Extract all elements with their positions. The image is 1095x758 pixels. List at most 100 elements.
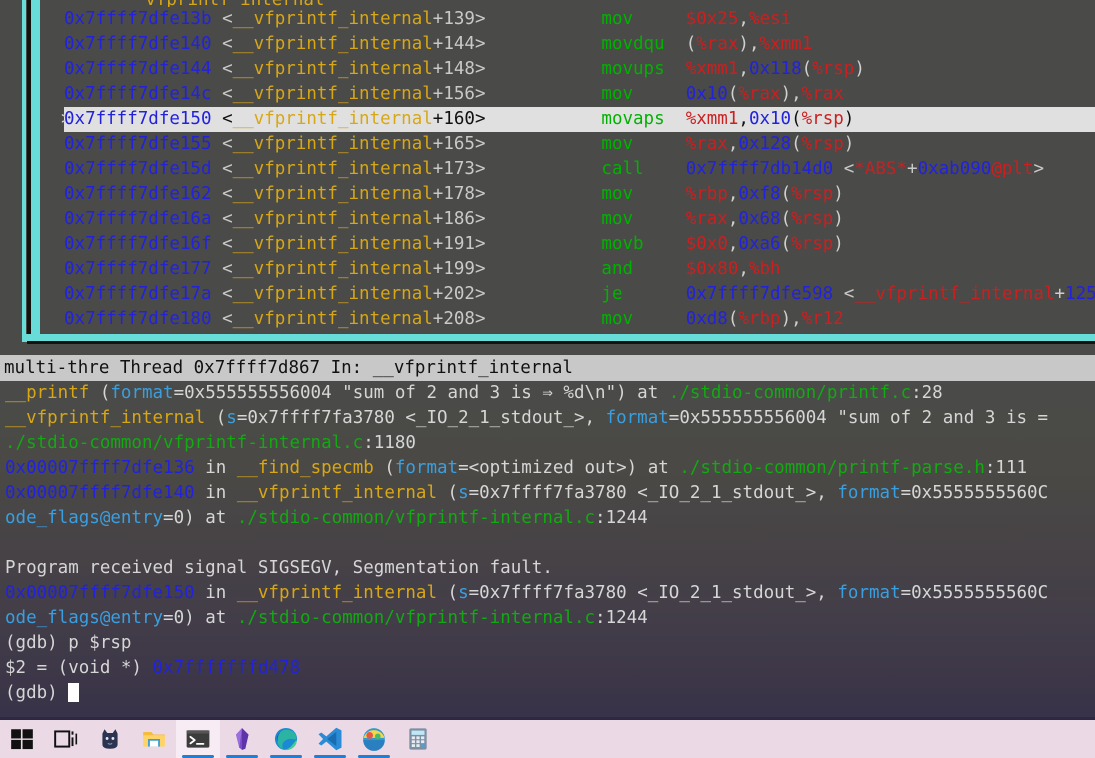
purple-gem-icon xyxy=(229,726,255,752)
asm-address: 0x7ffff7dfe180 xyxy=(64,309,212,329)
asm-address: 0x7ffff7dfe16a xyxy=(64,209,212,229)
gdb-output-line: $2 = (void *) 0x7fffffffd478 xyxy=(5,658,301,678)
taskbar-item-purple-gem[interactable] xyxy=(220,720,264,758)
asm-symbol-open: < xyxy=(222,259,233,279)
asm-row[interactable]: 0x7ffff7dfe16a <__vfprintf_internal+186>… xyxy=(40,207,1095,232)
asm-mnemonic: mov xyxy=(601,134,634,154)
asm-row-current[interactable]: > 0x7ffff7dfe150 <__vfprintf_internal+16… xyxy=(40,107,1095,132)
asm-address: 0x7ffff7dfe144 xyxy=(64,59,212,79)
asm-symbol-open: < xyxy=(222,234,233,254)
asm-address: 0x7ffff7dfe140 xyxy=(64,34,212,54)
asm-symbol-offset: +191 xyxy=(432,234,475,254)
asm-symbol-open: < xyxy=(222,209,233,229)
asm-row[interactable]: 0x7ffff7dfe17a <__vfprintf_internal+202>… xyxy=(40,282,1095,307)
asm-symbol-name: __vfprintf_internal xyxy=(232,84,433,104)
current-instruction-marker xyxy=(40,207,64,232)
asm-symbol-name: __vfprintf_internal xyxy=(232,259,433,279)
asm-symbol-close: > xyxy=(474,59,486,79)
windows-taskbar[interactable] xyxy=(0,717,1095,758)
asm-row[interactable]: 0x7ffff7dfe13b <__vfprintf_internal+139>… xyxy=(40,7,1095,32)
asm-address: 0x7ffff7dfe13b xyxy=(64,9,212,29)
asm-row[interactable]: 0x7ffff7dfe180 <__vfprintf_internal+208>… xyxy=(40,307,1095,332)
asm-window-border-left-inner xyxy=(31,0,40,334)
asm-operands: %rbp,0xf8(%rsp) xyxy=(685,184,844,204)
asm-address: 0x7ffff7dfe16f xyxy=(64,234,212,254)
asm-symbol-close: > xyxy=(474,34,486,54)
asm-row-partial: __vfprintf_internal xyxy=(40,0,1095,7)
asm-mnemonic: movdqu xyxy=(601,34,665,54)
gdb-command-window[interactable]: __printf (format=0x555555556004 "sum of … xyxy=(0,381,1095,711)
gdb-output-line: __printf (format=0x555555556004 "sum of … xyxy=(5,383,943,403)
asm-symbol-name: __vfprintf_internal xyxy=(232,134,433,154)
asm-partial-symbol: __vfprintf_internal xyxy=(40,0,324,7)
taskbar-item-file-explorer[interactable] xyxy=(132,720,176,758)
colorful-bowl-icon xyxy=(361,726,387,752)
asm-operands: 0x7ffff7dfe598 <__vfprintf_internal+125 xyxy=(685,284,1095,304)
current-instruction-marker xyxy=(40,82,64,107)
current-instruction-marker xyxy=(40,157,64,182)
asm-row[interactable]: 0x7ffff7dfe155 <__vfprintf_internal+165>… xyxy=(40,132,1095,157)
asm-window-border-shadow-bottom xyxy=(27,341,1095,344)
asm-mnemonic: mov xyxy=(601,84,634,104)
asm-symbol-name: __vfprintf_internal xyxy=(232,234,433,254)
task-view-icon xyxy=(53,726,79,752)
taskbar-item-windows-start[interactable] xyxy=(0,720,44,758)
gdb-output-line: 0x00007ffff7dfe136 in __find_specmb (for… xyxy=(5,458,1028,478)
asm-address: 0x7ffff7dfe162 xyxy=(64,184,212,204)
gdb-output-line: ode_flags@entry=0) at ./stdio-common/vfp… xyxy=(5,508,648,528)
taskbar-item-task-view[interactable] xyxy=(44,720,88,758)
taskbar-item-edge-browser[interactable] xyxy=(264,720,308,758)
asm-symbol-offset: +165 xyxy=(432,134,475,154)
asm-operands: 0x7ffff7db14d0 <*ABS*+0xab090@plt> xyxy=(685,159,1045,179)
taskbar-item-colorful-bowl[interactable] xyxy=(352,720,396,758)
taskbar-item-terminal[interactable] xyxy=(176,720,220,758)
asm-symbol-open: < xyxy=(222,134,233,154)
taskbar-item-vscode[interactable] xyxy=(308,720,352,758)
asm-row[interactable]: 0x7ffff7dfe140 <__vfprintf_internal+144>… xyxy=(40,32,1095,57)
asm-symbol-name: __vfprintf_internal xyxy=(232,284,433,304)
gdb-assembly-window[interactable]: __vfprintf_internal 0x7ffff7dfe13b <__vf… xyxy=(0,0,1095,345)
asm-operands: %rax,0x128(%rsp) xyxy=(685,134,855,154)
asm-symbol-close: > xyxy=(474,184,486,204)
taskbar-item-calculator[interactable] xyxy=(396,720,440,758)
asm-mnemonic: je xyxy=(601,284,623,304)
asm-symbol-offset: +186 xyxy=(432,209,475,229)
gdb-prompt-line[interactable]: (gdb) xyxy=(5,681,1095,706)
asm-row[interactable]: 0x7ffff7dfe15d <__vfprintf_internal+173>… xyxy=(40,157,1095,182)
current-instruction-marker xyxy=(40,282,64,307)
current-instruction-marker xyxy=(40,307,64,332)
asm-symbol-open: < xyxy=(222,34,233,54)
asm-symbol-offset: +160 xyxy=(432,109,475,129)
edge-browser-icon xyxy=(273,726,299,752)
asm-row[interactable]: 0x7ffff7dfe144 <__vfprintf_internal+148>… xyxy=(40,57,1095,82)
asm-symbol-close: > xyxy=(474,84,486,104)
asm-address: 0x7ffff7dfe17a xyxy=(64,284,212,304)
asm-mnemonic: mov xyxy=(601,9,634,29)
taskbar-item-cat-app[interactable] xyxy=(88,720,132,758)
asm-symbol-offset: +202 xyxy=(432,284,475,304)
asm-address: 0x7ffff7dfe15d xyxy=(64,159,212,179)
asm-symbol-close: > xyxy=(474,234,486,254)
current-instruction-marker xyxy=(40,257,64,282)
desktop-screen: __vfprintf_internal 0x7ffff7dfe13b <__vf… xyxy=(0,0,1095,758)
asm-row[interactable]: 0x7ffff7dfe162 <__vfprintf_internal+178>… xyxy=(40,182,1095,207)
asm-line-list[interactable]: __vfprintf_internal 0x7ffff7dfe13b <__vf… xyxy=(40,0,1095,334)
gdb-status-bar: multi-thre Thread 0x7ffff7d867 In: __vfp… xyxy=(0,355,1095,381)
current-instruction-marker xyxy=(40,232,64,257)
asm-symbol-close: > xyxy=(474,9,486,29)
asm-symbol-name: __vfprintf_internal xyxy=(232,34,433,54)
asm-symbol-close: > xyxy=(474,309,486,329)
current-instruction-marker xyxy=(40,132,64,157)
calculator-icon xyxy=(405,726,431,752)
asm-mnemonic: mov xyxy=(601,309,634,329)
asm-symbol-close: > xyxy=(474,209,486,229)
asm-operands: %rax,0x68(%rsp) xyxy=(685,209,844,229)
asm-row[interactable]: 0x7ffff7dfe14c <__vfprintf_internal+156>… xyxy=(40,82,1095,107)
asm-symbol-open: < xyxy=(222,84,233,104)
asm-row[interactable]: 0x7ffff7dfe16f <__vfprintf_internal+191>… xyxy=(40,232,1095,257)
asm-symbol-open: < xyxy=(222,59,233,79)
asm-row[interactable]: 0x7ffff7dfe177 <__vfprintf_internal+199>… xyxy=(40,257,1095,282)
asm-symbol-offset: +199 xyxy=(432,259,475,279)
asm-mnemonic: movb xyxy=(601,234,644,254)
current-instruction-marker: > xyxy=(40,107,72,132)
